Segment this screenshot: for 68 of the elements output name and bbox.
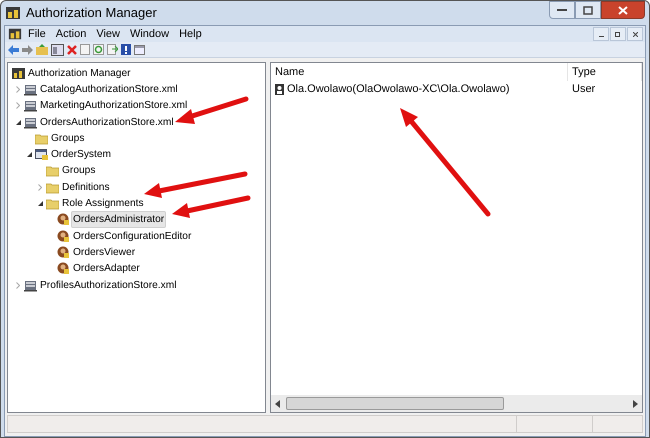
forward-arrow-icon[interactable] — [22, 44, 33, 54]
scroll-right-icon[interactable] — [633, 400, 638, 408]
tree-item[interactable]: OrdersViewer — [71, 244, 138, 261]
app-icon — [5, 5, 21, 21]
tree-item[interactable]: MarketingAuthorizationStore.xml — [38, 97, 190, 114]
server-icon — [24, 116, 37, 129]
tree-item[interactable]: Definitions — [60, 178, 112, 196]
console-icon — [12, 66, 25, 80]
tree-item[interactable]: OrdersAuthorizationStore.xml — [38, 114, 176, 131]
menu-item[interactable]: Action — [50, 26, 92, 42]
help-icon[interactable] — [121, 44, 131, 55]
window-icon[interactable] — [134, 44, 145, 54]
tree-item[interactable]: OrdersConfigurationEditor — [71, 228, 194, 245]
console-tree-icon[interactable] — [51, 44, 64, 56]
minimize-icon — [598, 36, 604, 37]
application-icon — [35, 148, 48, 162]
tree-item[interactable]: CatalogAuthorizationStore.xml — [38, 80, 180, 98]
delete-icon[interactable] — [67, 44, 77, 54]
table-cell-text: User — [572, 82, 596, 97]
menu-item[interactable]: Window — [124, 26, 174, 42]
restore-button[interactable] — [610, 27, 626, 41]
properties-icon[interactable] — [80, 44, 90, 55]
close-button[interactable] — [601, 1, 645, 19]
role-icon — [57, 262, 70, 276]
collapse-triangle-icon[interactable] — [16, 120, 20, 125]
menu-item[interactable]: Help — [174, 26, 207, 42]
collapse-triangle-icon[interactable] — [26, 152, 32, 158]
folder-icon — [46, 164, 59, 178]
close-button[interactable] — [627, 27, 643, 41]
tree-item[interactable]: Role Assignments — [60, 195, 146, 212]
collapse-triangle-icon[interactable] — [38, 201, 42, 206]
folder-icon — [46, 180, 59, 194]
tree-item[interactable]: Authorization Manager — [26, 64, 133, 82]
close-icon — [618, 6, 628, 14]
server-icon — [24, 82, 37, 96]
menu-item[interactable]: View — [91, 26, 125, 42]
minimize-button[interactable] — [593, 27, 609, 41]
menu-item[interactable]: File — [23, 26, 51, 42]
user-icon — [275, 84, 284, 94]
horizontal-scrollbar[interactable] — [271, 395, 642, 412]
folder-icon — [46, 197, 59, 210]
minimize-icon — [557, 8, 567, 12]
tree-item[interactable]: OrdersAdapter — [71, 260, 142, 278]
server-icon — [24, 99, 37, 112]
folder-icon — [35, 132, 48, 145]
close-icon — [632, 32, 638, 36]
back-arrow-icon[interactable] — [8, 44, 19, 54]
window-title: Authorization Manager — [26, 4, 157, 22]
role-icon — [57, 230, 70, 243]
tree-item[interactable]: OrderSystem — [49, 146, 114, 164]
maximize-button[interactable] — [575, 1, 601, 19]
role-icon — [57, 213, 70, 226]
tree-item[interactable]: OrdersAdministrator — [71, 211, 166, 228]
table-cell-text: Ola.Owolawo(OlaOwolawo-XC\Ola.Owolawo) — [287, 82, 510, 97]
tree-item[interactable]: Groups — [49, 130, 86, 147]
minimize-button[interactable] — [549, 1, 575, 19]
server-icon — [24, 278, 37, 292]
export-icon[interactable] — [107, 44, 118, 55]
maximize-icon — [583, 6, 593, 14]
tree-item[interactable]: ProfilesAuthorizationStore.xml — [38, 276, 178, 294]
tree-item[interactable]: Groups — [60, 162, 98, 180]
scroll-thumb[interactable] — [286, 397, 504, 410]
app-icon — [7, 27, 23, 41]
role-icon — [57, 246, 70, 259]
refresh-icon[interactable] — [93, 44, 104, 55]
scroll-left-icon[interactable] — [275, 400, 280, 408]
restore-icon — [615, 31, 621, 37]
folder-up-icon[interactable] — [36, 44, 48, 55]
